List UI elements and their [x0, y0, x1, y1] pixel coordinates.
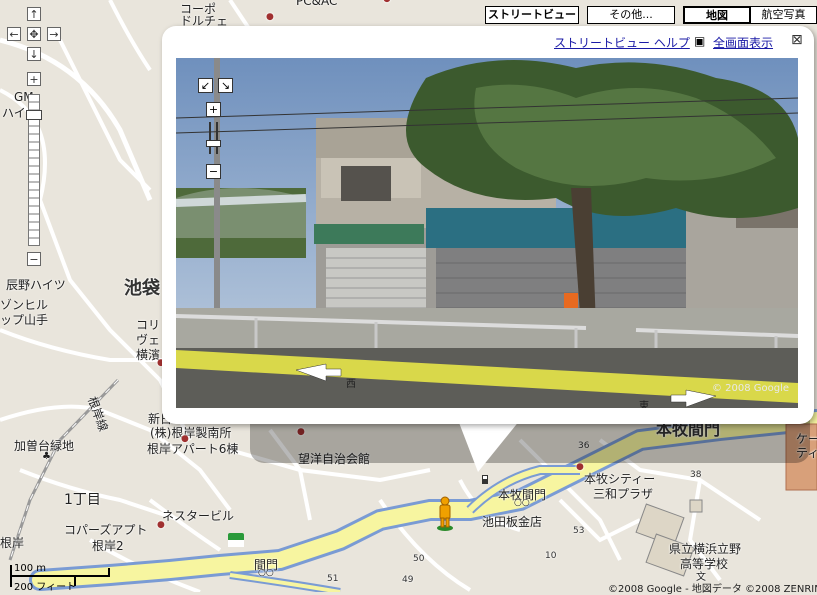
fullscreen-icon: ▣	[694, 34, 706, 48]
map-label-cowpers-apart: コパーズアプト	[64, 523, 148, 537]
map-label-negishi: 根岸	[0, 536, 25, 550]
pan-right-button[interactable]: →	[47, 27, 61, 41]
poi-dot-icon: ●	[576, 462, 584, 472]
map-label-num-51: 51	[327, 574, 339, 584]
zoom-slider-thumb[interactable]	[26, 110, 42, 120]
pano-arrow-west[interactable]	[294, 364, 344, 384]
close-icon[interactable]: ⊠	[791, 32, 803, 48]
map-label-yamate: ップ山手	[0, 313, 49, 327]
direction-east-label: 東	[639, 401, 649, 408]
map-label-1-choume: 1丁目	[64, 492, 101, 508]
map-label-num-50: 50	[413, 554, 425, 564]
map-label-negishi-2: 根岸2	[92, 539, 124, 553]
pano-copyright: © 2008 Google	[712, 383, 790, 394]
pan-up-button[interactable]: ↑	[27, 7, 41, 21]
bubble-tail	[458, 420, 520, 472]
zoom-slider[interactable]	[26, 94, 42, 246]
pan-center-button[interactable]: ✥	[27, 27, 41, 41]
pano-zoom-out-button[interactable]: −	[206, 164, 221, 179]
map-label-num-49: 49	[402, 575, 414, 585]
map-label-num-38: 38	[690, 470, 702, 480]
map-label-num-53: 53	[573, 526, 585, 536]
station-icon-mamon: ○○	[258, 568, 274, 578]
poi-dot-icon: ●	[383, 0, 391, 4]
map-label-negishi-apart: 根岸アパート6棟	[147, 442, 239, 456]
pegman-icon[interactable]	[436, 496, 454, 532]
map-label-num-10: 10	[545, 551, 557, 561]
poi-dot-icon: ●	[266, 12, 274, 22]
fullscreen-link[interactable]: 全画面表示	[713, 34, 773, 51]
map-label-nestar-building: ネスタービル	[162, 509, 235, 523]
map-copyright: ©2008 Google - 地図データ ©2008 ZENRIN	[608, 584, 817, 595]
streetview-button[interactable]: ストリートビュー	[485, 6, 579, 24]
map-label-negishi-seisakusho: (株)根岸製南所	[150, 426, 232, 440]
pan-left-button[interactable]: ←	[7, 27, 21, 41]
scale-metric: 100 m	[14, 563, 47, 574]
zoom-in-button[interactable]: +	[27, 72, 41, 86]
satellite-type-button[interactable]: 航空写真	[750, 6, 817, 24]
pan-down-button[interactable]: ↓	[27, 47, 41, 61]
direction-west-label: 西	[346, 379, 356, 390]
map-label-tatsuno-heights: 辰野ハイツ	[6, 278, 66, 292]
pano-arrow-east[interactable]	[668, 388, 718, 408]
map-label-ikebukuro: 池袋	[124, 278, 160, 299]
streetview-help-link[interactable]: ストリートビュー ヘルプ	[554, 34, 690, 51]
map-label-ikeda-bankinten: 池田板金店	[482, 515, 543, 529]
map-label-pcac: PC&AC	[296, 0, 338, 8]
pano-zoom-slider[interactable]	[206, 122, 221, 154]
zoom-out-button[interactable]: −	[27, 252, 41, 266]
more-button[interactable]: その他...	[587, 6, 675, 24]
scale-imperial: 200 フィート	[14, 582, 77, 593]
pano-rotate-right-icon[interactable]: ↘	[218, 78, 233, 93]
poi-dot-icon: ●	[181, 434, 189, 444]
panorama-image	[176, 58, 798, 408]
scale-bar: 100 m 200 フィート	[4, 563, 114, 593]
park-icon: ♣	[42, 451, 51, 462]
pano-rotate-left-icon[interactable]: ↙	[198, 78, 213, 93]
pano-zoom-in-button[interactable]: +	[206, 102, 221, 117]
poi-dot-icon: ●	[157, 520, 165, 530]
station-icon: ○○	[514, 498, 530, 508]
bubble-shadow	[250, 418, 810, 463]
map-label-sanwa-plaza: 三和プラザ	[593, 487, 654, 501]
map-type-button[interactable]: 地図	[683, 6, 751, 24]
pano-zoom-thumb[interactable]	[206, 140, 221, 147]
streetview-panorama[interactable]: ↙ ↘ + − 西 東 © 2008 Google	[176, 58, 798, 408]
